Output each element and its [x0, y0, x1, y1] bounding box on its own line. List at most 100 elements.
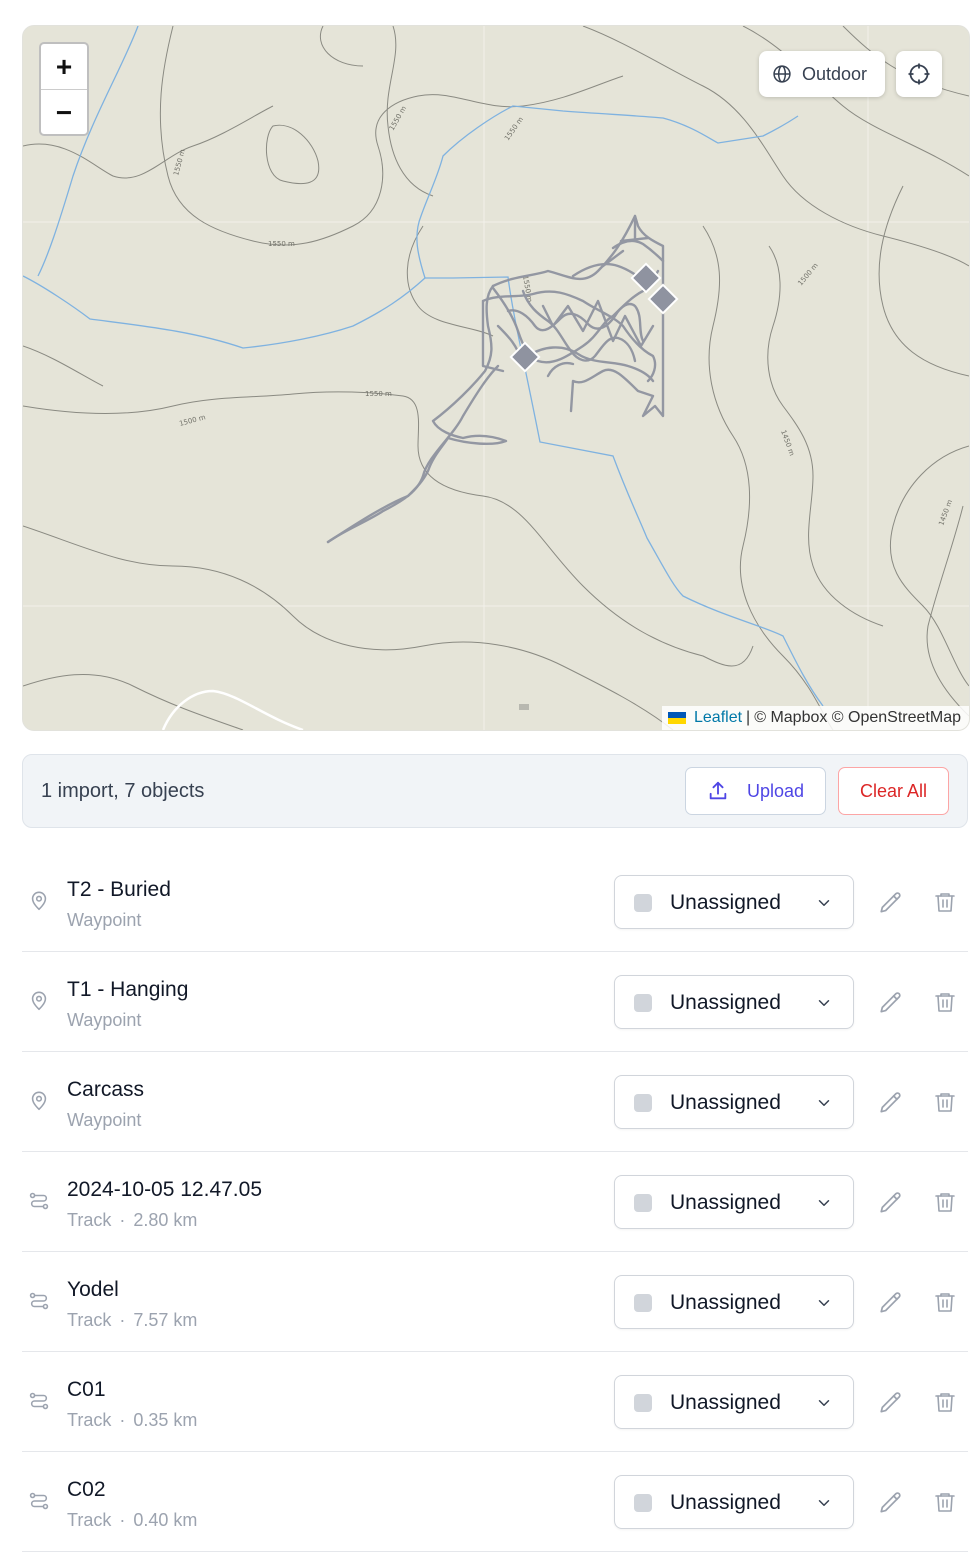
- group-select[interactable]: Unassigned: [614, 975, 854, 1029]
- waypoint-marker[interactable]: [630, 262, 662, 294]
- layer-switch-button[interactable]: Outdoor: [759, 51, 885, 97]
- locate-button[interactable]: [896, 51, 942, 97]
- chevron-down-icon: [818, 900, 830, 906]
- item-name: C02: [67, 1478, 106, 1501]
- list-item[interactable]: T1 - Hanging Waypoint Unassigned: [22, 952, 968, 1052]
- item-meta: Track · 0.35 km: [67, 1410, 197, 1431]
- chevron-down-icon: [818, 1400, 830, 1406]
- trash-icon[interactable]: [933, 1290, 957, 1314]
- item-distance: 0.35 km: [133, 1410, 198, 1430]
- route-icon: [29, 1192, 49, 1210]
- item-meta: Track · 7.57 km: [67, 1310, 197, 1331]
- clear-all-button[interactable]: Clear All: [838, 767, 949, 815]
- group-select[interactable]: Unassigned: [614, 1375, 854, 1429]
- contour-label: 1500 m: [796, 261, 820, 287]
- item-meta: Track · 0.40 km: [67, 1510, 197, 1531]
- item-meta: Track · 2.80 km: [67, 1210, 197, 1231]
- trash-icon[interactable]: [933, 1490, 957, 1514]
- contour-label: 1500 m: [178, 413, 206, 428]
- map-feature: [519, 704, 529, 710]
- track-lines[interactable]: [326, 214, 665, 544]
- clear-all-label: Clear All: [859, 780, 928, 801]
- group-select[interactable]: Unassigned: [614, 1275, 854, 1329]
- upload-icon: [709, 781, 727, 800]
- pencil-icon[interactable]: [878, 990, 904, 1016]
- list-item[interactable]: C01 Track · 0.35 km Unassigned: [22, 1352, 968, 1452]
- route-icon: [29, 1392, 49, 1410]
- pencil-icon[interactable]: [878, 1090, 904, 1116]
- list-item[interactable]: T2 - Buried Waypoint Unassigned: [22, 852, 968, 952]
- item-distance: 2.80 km: [133, 1210, 198, 1230]
- waypoint-marker[interactable]: [647, 283, 679, 315]
- map-view[interactable]: 1550 m 1550 m 1550 m 1550 m 1550 m 1550 …: [22, 25, 970, 731]
- item-name: C01: [67, 1378, 106, 1401]
- trash-icon[interactable]: [933, 890, 957, 914]
- group-select[interactable]: Unassigned: [614, 1175, 854, 1229]
- map-pin-icon: [31, 891, 47, 911]
- trash-icon[interactable]: [933, 1390, 957, 1414]
- zoom-in-button[interactable]: +: [41, 44, 87, 90]
- chevron-down-icon: [818, 1000, 830, 1006]
- item-type: Waypoint: [67, 910, 142, 930]
- import-summary-bar: 1 import, 7 objects Upload Clear All: [22, 754, 968, 828]
- item-name: T1 - Hanging: [67, 978, 189, 1001]
- group-select-value: Unassigned: [670, 1491, 781, 1514]
- zoom-out-button[interactable]: −: [41, 90, 87, 134]
- map-pin-icon: [31, 1091, 47, 1111]
- group-select[interactable]: Unassigned: [614, 1075, 854, 1129]
- map-pin-icon: [31, 991, 47, 1011]
- chevron-down-icon: [818, 1200, 830, 1206]
- trash-icon[interactable]: [933, 1090, 957, 1114]
- ukraine-flag-icon: [668, 712, 686, 724]
- group-color-swatch: [634, 1094, 652, 1112]
- item-meta: Waypoint: [67, 1010, 141, 1031]
- meta-separator: ·: [119, 1210, 126, 1230]
- stream-lines: [23, 26, 824, 707]
- item-name: T2 - Buried: [67, 878, 171, 901]
- trash-icon[interactable]: [933, 990, 957, 1014]
- pencil-icon[interactable]: [878, 890, 904, 916]
- contour-label: 1450 m: [937, 499, 954, 527]
- group-color-swatch: [634, 1394, 652, 1412]
- attribution-credits: © Mapbox © OpenStreetMap: [754, 709, 961, 726]
- list-item[interactable]: 2024-10-05 12.47.05 Track · 2.80 km Unassi…: [22, 1152, 968, 1252]
- contour-label: 1550 m: [365, 390, 392, 398]
- group-select[interactable]: Unassigned: [614, 875, 854, 929]
- trash-icon[interactable]: [933, 1190, 957, 1214]
- chevron-down-icon: [818, 1500, 830, 1506]
- group-color-swatch: [634, 1294, 652, 1312]
- list-item[interactable]: C02 Track · 0.40 km Unassigned: [22, 1452, 968, 1552]
- item-type: Track: [67, 1510, 112, 1530]
- item-type: Waypoint: [67, 1110, 142, 1130]
- upload-button[interactable]: Upload: [685, 767, 826, 815]
- route-icon: [29, 1292, 49, 1310]
- road-line: [161, 689, 304, 730]
- object-list: T2 - Buried Waypoint Unassigned T1 - Han…: [22, 852, 968, 1552]
- item-distance: 7.57 km: [133, 1310, 198, 1330]
- group-select-value: Unassigned: [670, 1391, 781, 1414]
- item-distance: 0.40 km: [133, 1510, 198, 1530]
- meta-separator: ·: [119, 1310, 126, 1330]
- import-summary: 1 import, 7 objects: [41, 779, 205, 802]
- contour-label: 1550 m: [503, 115, 525, 142]
- group-select-value: Unassigned: [670, 1191, 781, 1214]
- group-color-swatch: [634, 894, 652, 912]
- pencil-icon[interactable]: [878, 1390, 904, 1416]
- leaflet-link[interactable]: Leaflet: [694, 709, 742, 727]
- group-select[interactable]: Unassigned: [614, 1475, 854, 1529]
- map-tiles[interactable]: 1550 m 1550 m 1550 m 1550 m 1550 m 1550 …: [23, 26, 969, 730]
- group-color-swatch: [634, 1194, 652, 1212]
- item-meta: Waypoint: [67, 910, 141, 931]
- contour-label: 1550 m: [172, 148, 187, 176]
- item-type: Track: [67, 1410, 112, 1430]
- list-item[interactable]: Carcass Waypoint Unassigned: [22, 1052, 968, 1152]
- list-item[interactable]: Yodel Track · 7.57 km Unassigned: [22, 1252, 968, 1352]
- contour-label: 1450 m: [779, 429, 796, 457]
- pencil-icon[interactable]: [878, 1290, 904, 1316]
- item-type: Track: [67, 1210, 112, 1230]
- pencil-icon[interactable]: [878, 1190, 904, 1216]
- group-select-value: Unassigned: [670, 991, 781, 1014]
- contour-lines: [23, 26, 969, 730]
- pencil-icon[interactable]: [878, 1490, 904, 1516]
- meta-separator: ·: [119, 1410, 126, 1430]
